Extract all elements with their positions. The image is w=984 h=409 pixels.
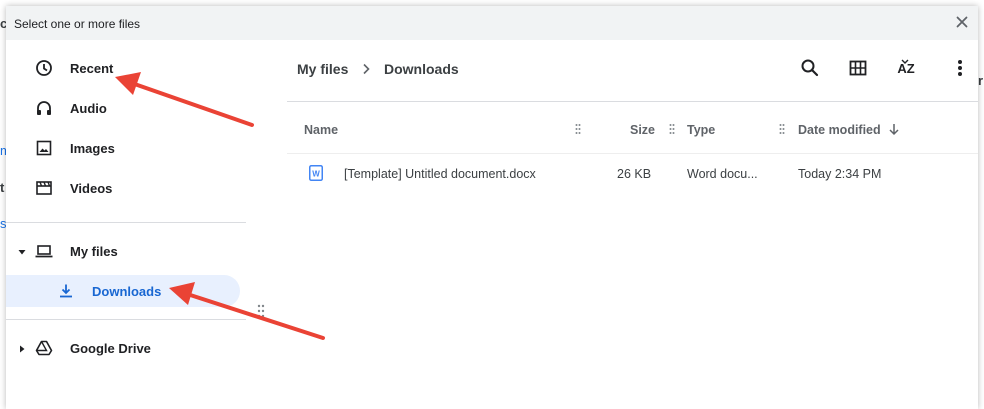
sidebar-item-recent[interactable]: Recent — [6, 52, 240, 84]
more-vert-icon[interactable] — [948, 56, 972, 80]
background-text: t — [0, 180, 5, 195]
sidebar-item-label: Google Drive — [70, 341, 151, 356]
column-header-size[interactable]: Size — [630, 123, 655, 137]
sidebar-item-label: Audio — [70, 101, 107, 116]
dialog-titlebar: Select one or more files — [6, 6, 978, 40]
file-picker-dialog: Select one or more files Recent Audio Im… — [6, 6, 978, 409]
file-size: 26 KB — [617, 167, 652, 181]
file-type: Word docu... — [687, 167, 758, 181]
sidebar-item-audio[interactable]: Audio — [6, 92, 240, 124]
sidebar-divider — [6, 222, 246, 223]
sidebar-item-label: My files — [70, 244, 118, 259]
headphones-icon — [37, 101, 51, 115]
sidebar-item-label: Downloads — [92, 284, 162, 299]
breadcrumb-current[interactable]: Downloads — [384, 61, 459, 77]
expand-right-icon[interactable] — [18, 345, 26, 353]
close-icon[interactable] — [954, 14, 970, 30]
download-icon — [60, 284, 72, 298]
row-divider — [287, 153, 978, 154]
word-doc-icon: W — [309, 165, 323, 181]
sidebar-item-label: Recent — [70, 61, 114, 76]
sort-az-icon[interactable]: AZ — [894, 56, 918, 80]
search-icon[interactable] — [798, 56, 822, 80]
chevron-right-icon — [363, 63, 370, 75]
drive-icon — [35, 340, 53, 356]
clock-icon — [36, 60, 52, 76]
column-header-type[interactable]: Type — [687, 123, 715, 137]
sidebar-item-downloads[interactable]: Downloads — [6, 275, 240, 307]
sidebar-item-my-files[interactable]: My files — [6, 235, 240, 267]
file-name: [Template] Untitled document.docx — [344, 167, 536, 181]
sidebar-item-google-drive[interactable]: Google Drive — [6, 332, 240, 364]
sidebar-item-label: Images — [70, 141, 115, 156]
grid-view-icon[interactable] — [846, 56, 870, 80]
breadcrumb-root[interactable]: My files — [297, 61, 348, 77]
column-resize-icon[interactable] — [575, 123, 581, 135]
column-resize-icon[interactable] — [779, 123, 785, 135]
sidebar-item-videos[interactable]: Videos — [6, 172, 240, 204]
sidebar-divider — [6, 319, 246, 320]
expand-down-icon[interactable] — [18, 248, 26, 256]
sidebar: Recent Audio Images Videos My files Down… — [6, 40, 246, 409]
background-text: r — [978, 73, 984, 88]
file-date-modified: Today 2:34 PM — [798, 167, 882, 181]
sidebar-item-images[interactable]: Images — [6, 132, 240, 164]
header-divider — [287, 101, 978, 102]
sort-descending-icon[interactable] — [887, 122, 901, 136]
file-list-pane: My files Downloads AZ Name Size Type Dat… — [287, 40, 978, 409]
column-header-date-modified[interactable]: Date modified — [798, 123, 881, 137]
svg-text:W: W — [312, 170, 320, 179]
sidebar-item-label: Videos — [70, 181, 113, 196]
column-header-name[interactable]: Name — [304, 123, 338, 137]
column-resize-icon[interactable] — [669, 123, 675, 135]
dialog-title: Select one or more files — [14, 17, 141, 31]
image-icon — [36, 140, 52, 156]
svg-text:AZ: AZ — [897, 61, 914, 76]
laptop-icon — [35, 245, 53, 258]
film-icon — [36, 181, 52, 195]
splitter-handle-icon[interactable] — [257, 304, 265, 318]
